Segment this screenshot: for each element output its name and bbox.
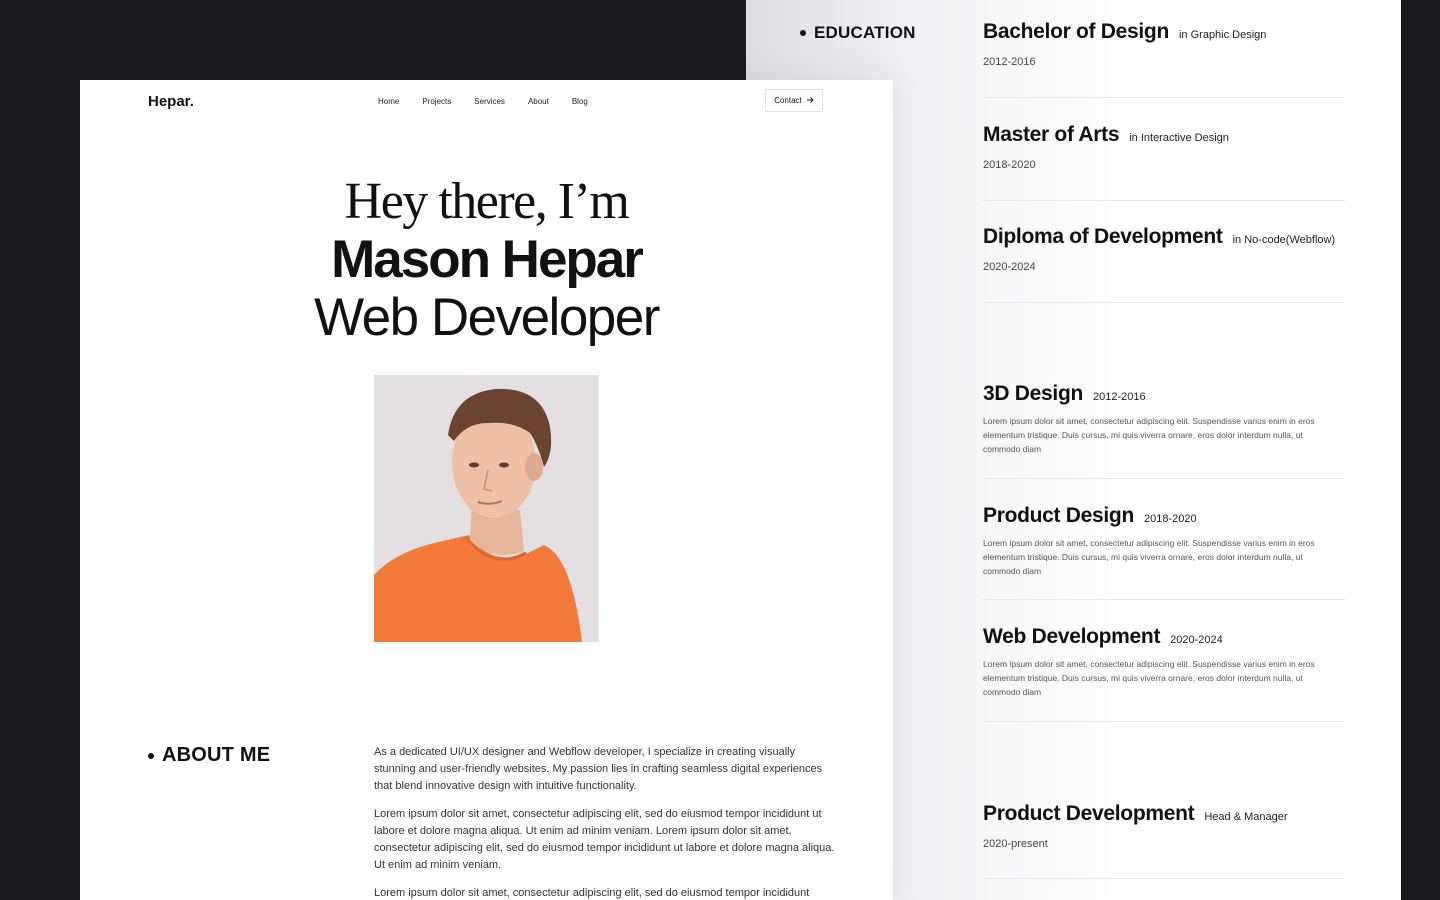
education-entry: Master of Arts in Interactive Design 201…	[983, 123, 1345, 201]
education-entry: Diploma of Development in No-code(Webflo…	[983, 225, 1345, 303]
entry-years: 2020-2024	[1170, 634, 1223, 646]
entry-title: Product Design	[983, 504, 1134, 527]
education-label: EDUCATION	[814, 23, 916, 42]
nav-item-projects[interactable]: Projects	[422, 97, 451, 106]
nav-item-about[interactable]: About	[528, 97, 549, 106]
homepage-panel: Hepar. Home Projects Services About Blog…	[80, 80, 893, 900]
entry-title: Diploma of Development	[983, 225, 1223, 248]
about-paragraph: Lorem ipsum dolor sit amet, consectetur …	[374, 887, 810, 899]
entry-subtitle: Head & Manager	[1204, 811, 1288, 823]
hero-name: Mason Hepar	[331, 230, 644, 289]
entry-years: 2018-2020	[1143, 513, 1197, 525]
main-nav: Home Projects Services About Blog	[378, 97, 588, 106]
entry-subtitle: in Graphic Design	[1178, 29, 1267, 41]
entry-subtitle: in Interactive Design	[1129, 132, 1229, 144]
arrow-right-icon	[806, 96, 814, 106]
contact-button-label: Contact	[774, 96, 802, 105]
contact-button[interactable]: Contact	[765, 89, 823, 112]
skill-entry: 3D Design 2012-2016 Lorem ipsum dolor si…	[983, 382, 1345, 479]
bullet-dot-icon	[148, 752, 154, 759]
entry-description: Lorem ipsum dolor sit amet, consectetur …	[983, 538, 1315, 576]
education-section-label: EDUCATION	[800, 23, 916, 43]
entry-subtitle: in No-code(Webflow)	[1232, 234, 1336, 246]
hero-role: Web Developer	[314, 288, 660, 347]
skill-entry: Product Design 2018-2020 Lorem ipsum dol…	[983, 504, 1345, 600]
entry-years: 2020-present	[983, 838, 1048, 850]
about-text: As a dedicated UI/UX designer and Webflo…	[374, 744, 836, 900]
entry-title: Product Development	[983, 802, 1195, 825]
about-paragraph: Lorem ipsum dolor sit amet, consectetur …	[374, 808, 835, 871]
portrait-photo	[374, 375, 599, 642]
nav-item-services[interactable]: Services	[474, 97, 505, 106]
about-label: ABOUT ME	[162, 744, 271, 766]
bullet-dot-icon	[800, 30, 806, 36]
entry-description: Lorem ipsum dolor sit amet, consectetur …	[983, 416, 1315, 454]
entry-title: Bachelor of Design	[983, 20, 1169, 43]
entry-title: 3D Design	[983, 382, 1083, 405]
stage: EDUCATION Bachelor of Design in Graphic …	[0, 0, 1440, 900]
experience-entry: Product Development Head & Manager 2020-…	[983, 802, 1345, 879]
entry-title: Web Development	[983, 625, 1161, 648]
entry-years: 2012-2016	[983, 56, 1036, 68]
about-paragraph: As a dedicated UI/UX designer and Webflo…	[374, 746, 823, 792]
entry-years: 2018-2020	[983, 159, 1036, 171]
education-entry: Bachelor of Design in Graphic Design 201…	[983, 20, 1345, 98]
entry-description: Lorem ipsum dolor sit amet, consectetur …	[983, 659, 1315, 697]
site-logo[interactable]: Hepar.	[148, 93, 194, 110]
entry-years: 2012-2016	[1093, 391, 1146, 403]
nav-item-home[interactable]: Home	[378, 97, 399, 106]
entry-years: 2020-2024	[983, 261, 1036, 273]
nav-item-blog[interactable]: Blog	[572, 97, 588, 106]
about-section-label: ABOUT ME	[148, 744, 270, 767]
entry-title: Master of Arts	[983, 123, 1120, 146]
skill-entry: Web Development 2020-2024 Lorem ipsum do…	[983, 625, 1345, 722]
hero-greeting: Hey there, I’m	[344, 173, 630, 230]
